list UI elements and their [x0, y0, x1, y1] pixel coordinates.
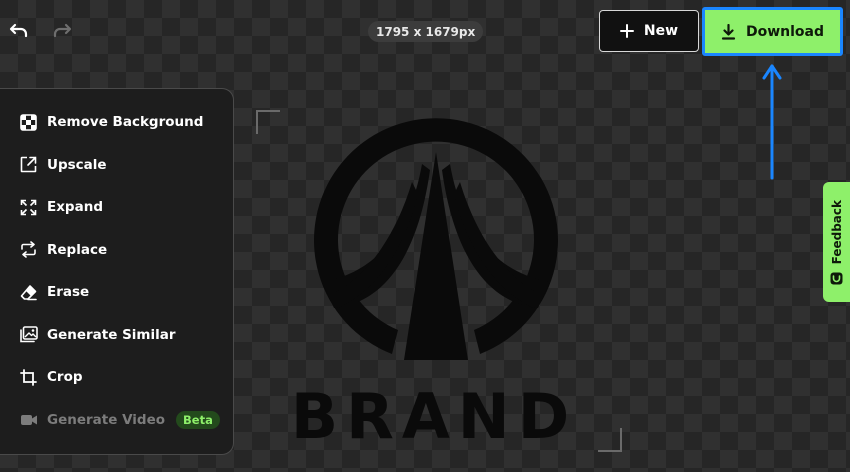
- download-button-label: Download: [745, 23, 825, 40]
- menu-item-expand[interactable]: Expand: [0, 186, 233, 229]
- menu-item-label: Erase: [47, 284, 90, 301]
- menu-item-crop[interactable]: Crop: [0, 356, 233, 399]
- upscale-icon: [19, 155, 38, 174]
- menu-item-label: Generate Video: [47, 411, 166, 428]
- image-dimensions-badge: 1795 x 1679px: [368, 21, 484, 42]
- menu-item-label: Remove Background: [47, 114, 204, 131]
- beta-badge: Beta: [176, 410, 220, 429]
- menu-item-erase[interactable]: Erase: [0, 271, 233, 314]
- remove-background-icon: [19, 113, 38, 132]
- redo-button[interactable]: [51, 20, 73, 42]
- undo-button[interactable]: [8, 20, 30, 42]
- arrow-up-icon: [762, 64, 782, 180]
- crop-icon: [19, 368, 38, 387]
- canvas-image: BRAND: [291, 118, 577, 446]
- download-icon: [721, 23, 736, 40]
- menu-item-label: Crop: [47, 369, 83, 386]
- menu-item-remove-background[interactable]: Remove Background: [0, 101, 233, 144]
- plus-icon: [619, 24, 634, 38]
- feedback-label: Feedback: [829, 200, 844, 265]
- menu-item-label: Generate Similar: [47, 326, 176, 343]
- expand-icon: [19, 198, 38, 217]
- tools-menu: Remove Background Upscale Expand Replace: [0, 88, 234, 455]
- new-button-label: New: [643, 23, 679, 39]
- download-button[interactable]: Download: [702, 7, 843, 56]
- redo-icon: [53, 23, 72, 38]
- image-icon: [19, 325, 38, 344]
- replace-icon: [19, 240, 38, 259]
- new-button[interactable]: New: [599, 10, 699, 52]
- menu-item-generate-similar[interactable]: Generate Similar: [0, 314, 233, 357]
- brand-text: BRAND: [291, 380, 577, 446]
- menu-item-generate-video[interactable]: Generate Video Beta: [0, 399, 233, 442]
- eraser-icon: [19, 283, 38, 302]
- feedback-icon: [830, 272, 843, 285]
- feedback-tab[interactable]: Feedback: [823, 182, 850, 302]
- menu-item-replace[interactable]: Replace: [0, 229, 233, 272]
- menu-item-label: Expand: [47, 199, 103, 216]
- video-camera-icon: [19, 410, 38, 429]
- undo-icon: [9, 23, 28, 38]
- menu-item-label: Replace: [47, 241, 108, 258]
- menu-item-label: Upscale: [47, 156, 107, 173]
- menu-item-upscale[interactable]: Upscale: [0, 144, 233, 187]
